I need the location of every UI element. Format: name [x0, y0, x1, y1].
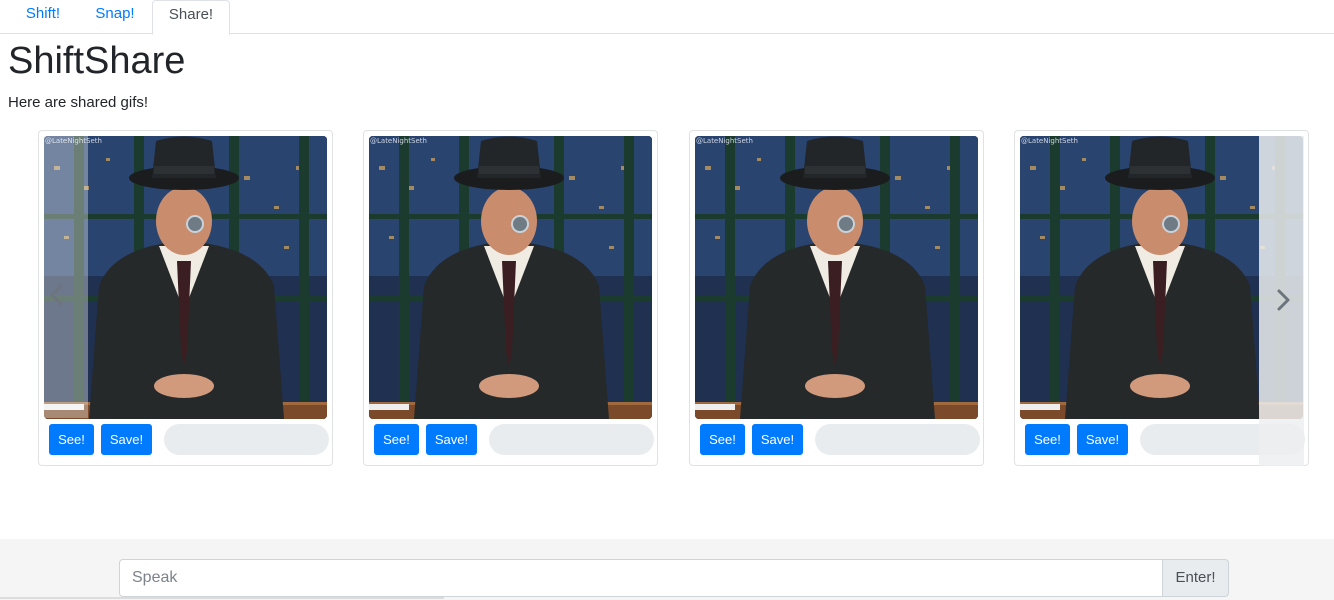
save-button[interactable]: Save! — [101, 424, 152, 455]
gif-caption-pill[interactable] — [489, 424, 654, 455]
speak-input[interactable] — [119, 559, 1163, 597]
page-title: ShiftShare — [8, 40, 186, 82]
gif-scene — [369, 136, 652, 419]
gif-image[interactable]: @LateNightSeth — [695, 136, 978, 419]
chevron-left-icon — [50, 284, 63, 306]
chevron-right-icon — [1277, 289, 1290, 311]
gif-card: @LateNightSeth See! Save! — [363, 130, 658, 466]
gif-carousel: @LateNightSeth See! Save! @LateNightSeth… — [38, 130, 1309, 466]
enter-button[interactable]: Enter! — [1162, 559, 1229, 597]
carousel-prev-button[interactable] — [42, 280, 72, 310]
chat-footer: Enter! — [0, 539, 1334, 600]
see-button[interactable]: See! — [1025, 424, 1070, 455]
save-button[interactable]: Save! — [426, 424, 477, 455]
tab-share[interactable]: Share! — [152, 0, 230, 35]
page-subtitle: Here are shared gifs! — [8, 94, 149, 111]
tab-bar: Shift! Snap! Share! — [0, 0, 1334, 35]
gif-caption-pill[interactable] — [164, 424, 329, 455]
gif-image[interactable]: @LateNightSeth — [44, 136, 327, 419]
gif-watermark: @LateNightSeth — [1021, 137, 1078, 145]
chevron-right-wrap — [1273, 288, 1293, 312]
save-button[interactable]: Save! — [752, 424, 803, 455]
see-button[interactable]: See! — [700, 424, 745, 455]
gif-card: @LateNightSeth See! Save! — [689, 130, 984, 466]
tab-shift[interactable]: Shift! — [12, 0, 74, 34]
gif-scene — [695, 136, 978, 419]
see-button[interactable]: See! — [374, 424, 419, 455]
gif-watermark: @LateNightSeth — [45, 137, 102, 145]
footer-divider — [0, 597, 444, 599]
tab-snap[interactable]: Snap! — [84, 0, 146, 34]
save-button[interactable]: Save! — [1077, 424, 1128, 455]
gif-scene — [44, 136, 327, 419]
gif-watermark: @LateNightSeth — [696, 137, 753, 145]
see-button[interactable]: See! — [49, 424, 94, 455]
carousel-next-button[interactable] — [1259, 136, 1304, 466]
gif-card: @LateNightSeth See! Save! — [38, 130, 333, 466]
gif-watermark: @LateNightSeth — [370, 137, 427, 145]
gif-image[interactable]: @LateNightSeth — [369, 136, 652, 419]
gif-caption-pill[interactable] — [815, 424, 980, 455]
